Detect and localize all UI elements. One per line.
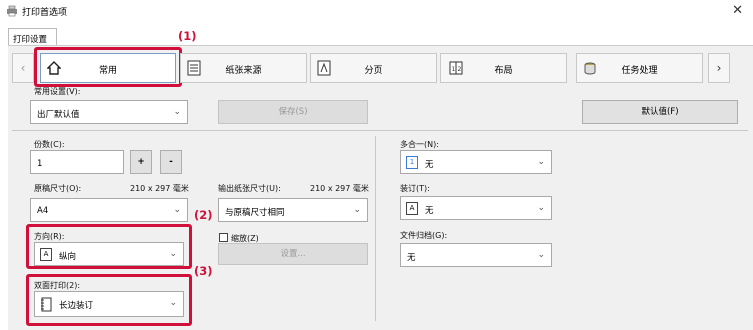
copies-label: 份数(C): — [34, 140, 65, 149]
staple-select[interactable]: A 无 ⌄ — [400, 196, 552, 220]
staple-label: 装订(T): — [400, 184, 430, 193]
defaults-button[interactable]: 默认值(F) — [582, 100, 738, 124]
original-size-select[interactable]: A4 ⌄ — [30, 198, 188, 222]
duplex-select[interactable]: 长边装订 ⌄ — [34, 291, 184, 317]
filing-select[interactable]: 无 ⌄ — [400, 243, 552, 267]
chevron-down-icon: ⌄ — [169, 249, 177, 259]
chevron-down-icon: ⌄ — [353, 205, 361, 215]
original-size-dims: 210 x 297 毫米 — [130, 184, 189, 193]
divider — [12, 130, 748, 131]
callout-1: (1) — [178, 29, 197, 43]
callout-3: (3) — [194, 264, 213, 278]
nup-select[interactable]: 1 无 ⌄ — [400, 150, 552, 174]
feature-paper-source-button[interactable]: 纸张来源 — [180, 53, 307, 83]
chevron-down-icon: ⌄ — [537, 157, 545, 167]
portrait-icon: A — [40, 248, 52, 261]
nup-label: 多合一(N): — [400, 140, 439, 149]
nav-prev-button[interactable]: ‹ — [12, 53, 34, 83]
duplex-label: 双面打印(2): — [34, 281, 81, 290]
chevron-down-icon: ⌄ — [169, 298, 177, 308]
copies-decrement-button[interactable]: - — [160, 150, 182, 174]
orientation-label: 方向(R): — [34, 232, 65, 241]
long-edge-binding-icon — [41, 297, 52, 312]
zoom-checkbox[interactable] — [219, 233, 228, 242]
save-button[interactable]: 保存(S) — [218, 100, 368, 124]
tab-print-settings[interactable]: 打印设置 — [8, 28, 57, 46]
feature-common-button[interactable]: 常用 — [40, 53, 176, 83]
copies-input[interactable]: 1 — [30, 150, 124, 174]
favorites-select[interactable]: 出厂默认值 ⌄ — [30, 100, 188, 124]
title-bar: 打印首选项 ✕ — [0, 0, 753, 22]
output-size-select[interactable]: 与原稿尺寸相同 ⌄ — [218, 198, 368, 222]
orientation-select[interactable]: A 纵向 ⌄ — [34, 242, 184, 266]
chevron-down-icon: ⌄ — [173, 107, 181, 117]
close-icon[interactable]: ✕ — [732, 3, 743, 18]
staple-icon: A — [406, 202, 418, 215]
feature-collate-button[interactable]: 分页 — [310, 53, 437, 83]
nav-next-button[interactable]: › — [708, 53, 730, 83]
chevron-down-icon: ⌄ — [537, 203, 545, 213]
output-size-dims: 210 x 297 毫米 — [310, 184, 369, 193]
column-divider — [375, 136, 376, 321]
chevron-down-icon: ⌄ — [173, 205, 181, 215]
output-size-label: 输出纸张尺寸(U): — [218, 184, 281, 193]
copies-increment-button[interactable]: + — [130, 150, 152, 174]
original-size-label: 原稿尺寸(O): — [34, 184, 82, 193]
chevron-down-icon: ⌄ — [537, 250, 545, 260]
feature-layout-button[interactable]: 12 布局 — [440, 53, 567, 83]
window-title: 打印首选项 — [22, 8, 68, 18]
nup-icon: 1 — [406, 156, 418, 169]
printer-icon — [7, 5, 17, 17]
callout-2: (2) — [194, 208, 213, 222]
filing-label: 文件归档(G): — [400, 231, 448, 240]
feature-job-handling-button[interactable]: 任务处理 — [576, 53, 703, 83]
favorites-label: 常用设置(V): — [34, 87, 81, 96]
zoom-settings-button[interactable]: 设置... — [218, 243, 368, 265]
